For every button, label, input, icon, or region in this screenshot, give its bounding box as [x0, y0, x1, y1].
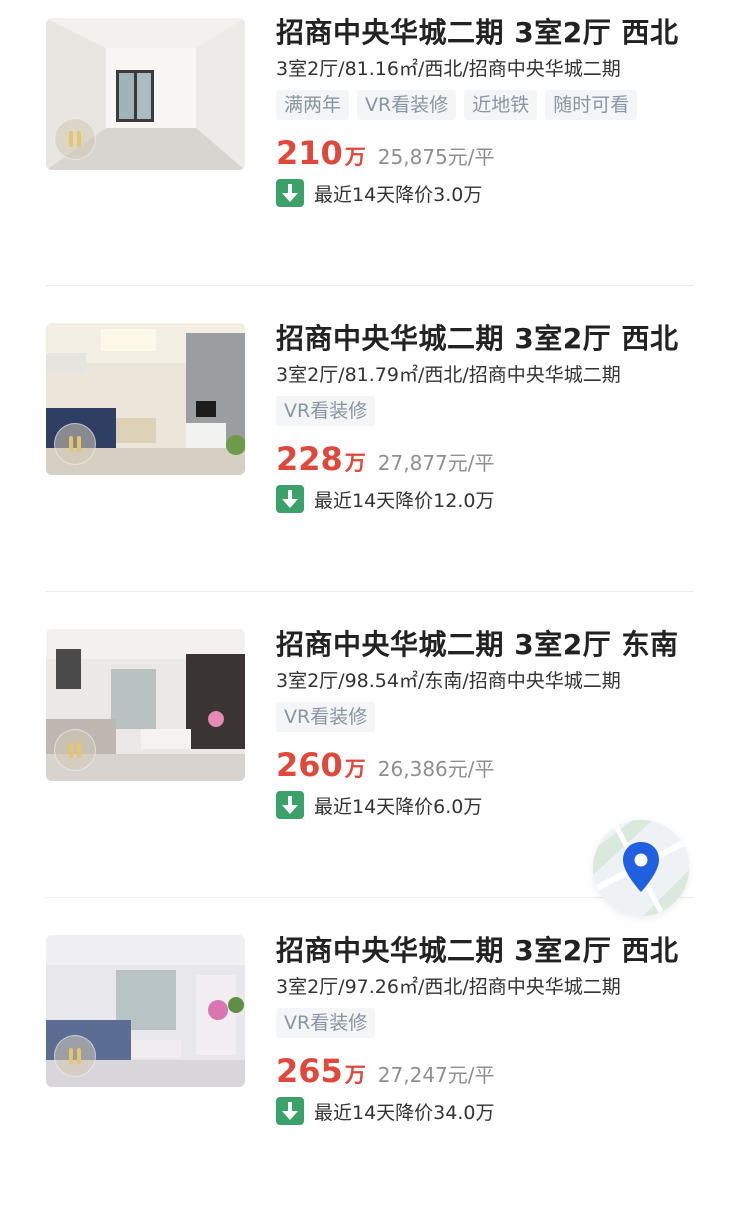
listing-card[interactable]: 招商中央华城二期 3室2厅 西北 3室2厅/97.26㎡/西北/招商中央华城二期… — [0, 918, 740, 1218]
down-arrow-icon — [276, 1097, 304, 1125]
price-drop-text: 最近14天降价3.0万 — [314, 183, 483, 206]
divider — [46, 591, 694, 592]
listing-card[interactable]: 招商中央华城二期 3室2厅 西北 3室2厅/81.16㎡/西北/招商中央华城二期… — [0, 0, 740, 300]
listing-info: 招商中央华城二期 3室2厅 东南 3室2厅/98.54㎡/东南/招商中央华城二期… — [276, 626, 696, 820]
unit-price: 27,877元/平 — [377, 451, 495, 475]
down-arrow-icon — [276, 791, 304, 819]
tag: VR看装修 — [276, 702, 376, 732]
vr-play-icon[interactable] — [54, 118, 96, 160]
listing-price: 210万 25,875元/平 — [276, 134, 696, 172]
listing-info: 招商中央华城二期 3室2厅 西北 3室2厅/97.26㎡/西北/招商中央华城二期… — [276, 932, 696, 1126]
vr-play-icon[interactable] — [54, 423, 96, 465]
tag: VR看装修 — [357, 90, 457, 120]
vr-play-icon[interactable] — [54, 1035, 96, 1077]
listing-title[interactable]: 招商中央华城二期 3室2厅 西北 — [276, 320, 696, 358]
listing-meta: 3室2厅/98.54㎡/东南/招商中央华城二期 — [276, 670, 621, 692]
total-price: 265 — [276, 1052, 343, 1090]
tag: 满两年 — [276, 90, 350, 120]
listing-tags: VR看装修 — [276, 396, 696, 428]
listing-photo[interactable] — [46, 629, 245, 781]
listing-card[interactable]: 招商中央华城二期 3室2厅 西北 3室2厅/81.79㎡/西北/招商中央华城二期… — [0, 306, 740, 606]
tag: 近地铁 — [464, 90, 538, 120]
down-arrow-icon — [276, 485, 304, 513]
price-unit: 万 — [344, 757, 366, 781]
listing-info: 招商中央华城二期 3室2厅 西北 3室2厅/81.79㎡/西北/招商中央华城二期… — [276, 320, 696, 514]
listing-meta: 3室2厅/81.79㎡/西北/招商中央华城二期 — [276, 364, 621, 386]
listing-meta: 3室2厅/97.26㎡/西北/招商中央华城二期 — [276, 976, 621, 998]
map-button[interactable] — [593, 820, 689, 916]
price-unit: 万 — [344, 1063, 366, 1087]
total-price: 260 — [276, 746, 343, 784]
unit-price: 26,386元/平 — [377, 757, 495, 781]
price-drop: 最近14天降价34.0万 — [276, 1096, 696, 1126]
listing-meta: 3室2厅/81.16㎡/西北/招商中央华城二期 — [276, 58, 621, 80]
total-price: 228 — [276, 440, 343, 478]
listing-photo[interactable] — [46, 323, 245, 475]
vr-play-icon[interactable] — [54, 729, 96, 771]
listing-photo[interactable] — [46, 18, 245, 170]
listing-title[interactable]: 招商中央华城二期 3室2厅 西北 — [276, 932, 696, 970]
divider — [46, 897, 694, 898]
down-arrow-icon — [276, 179, 304, 207]
listing-price: 260万 26,386元/平 — [276, 746, 696, 784]
tag: VR看装修 — [276, 1008, 376, 1038]
unit-price: 25,875元/平 — [377, 145, 495, 169]
tag: 随时可看 — [545, 90, 638, 120]
listing-photo[interactable] — [46, 935, 245, 1087]
listing-tags: VR看装修 — [276, 702, 696, 734]
price-unit: 万 — [344, 451, 366, 475]
total-price: 210 — [276, 134, 343, 172]
listing-price: 228万 27,877元/平 — [276, 440, 696, 478]
tag: VR看装修 — [276, 396, 376, 426]
listing-info: 招商中央华城二期 3室2厅 西北 3室2厅/81.16㎡/西北/招商中央华城二期… — [276, 14, 696, 208]
divider — [46, 285, 694, 286]
price-drop: 最近14天降价12.0万 — [276, 484, 696, 514]
listing-title[interactable]: 招商中央华城二期 3室2厅 东南 — [276, 626, 696, 664]
price-unit: 万 — [344, 145, 366, 169]
listing-tags: VR看装修 — [276, 1008, 696, 1040]
listing-title[interactable]: 招商中央华城二期 3室2厅 西北 — [276, 14, 696, 52]
map-pin-icon — [593, 820, 689, 916]
price-drop: 最近14天降价3.0万 — [276, 178, 696, 208]
price-drop: 最近14天降价6.0万 — [276, 790, 696, 820]
listing-tags: 满两年 VR看装修 近地铁 随时可看 — [276, 90, 696, 122]
price-drop-text: 最近14天降价12.0万 — [314, 489, 495, 512]
price-drop-text: 最近14天降价6.0万 — [314, 795, 483, 818]
unit-price: 27,247元/平 — [377, 1063, 495, 1087]
price-drop-text: 最近14天降价34.0万 — [314, 1101, 495, 1124]
listing-price: 265万 27,247元/平 — [276, 1052, 696, 1090]
